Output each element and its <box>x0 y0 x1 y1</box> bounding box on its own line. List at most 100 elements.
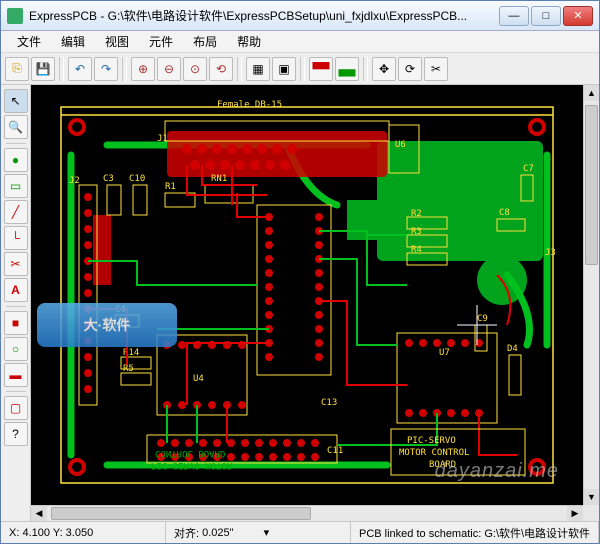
svg-text:C13: C13 <box>321 398 337 408</box>
magnifier-icon: 🔍 <box>8 120 23 134</box>
scroll-thumb-v[interactable] <box>585 105 598 265</box>
menu-layout[interactable]: 布局 <box>183 31 227 52</box>
undo-button[interactable]: ↶ <box>68 57 92 81</box>
redo-button[interactable]: ↷ <box>94 57 118 81</box>
corner-tool[interactable]: └ <box>4 226 28 250</box>
svg-text:BOARD: BOARD <box>429 460 456 470</box>
menubar: 文件 编辑 视图 元件 布局 帮助 <box>1 31 599 53</box>
statusbar: X: 4.100 Y: 3.050 对齐: 0.025" ▾ PCB linke… <box>1 521 599 543</box>
bottom-layer-button[interactable]: ▄▄ <box>335 57 359 81</box>
delete-button[interactable]: ✂ <box>424 57 448 81</box>
zoom-out-icon: ⊖ <box>164 62 174 76</box>
scroll-thumb-h[interactable] <box>51 507 311 520</box>
svg-text:C7: C7 <box>523 164 534 174</box>
status-snap: 对齐: 0.025" ▾ <box>166 522 351 543</box>
pcb-canvas[interactable]: Female DB-15 J1 J2 <box>31 85 583 505</box>
pointer-icon: ↖ <box>10 94 20 108</box>
status-message: PCB linked to schematic: G:\软件\电路设计软件 <box>351 522 599 543</box>
pad-icon: ● <box>12 153 19 167</box>
pcb-drawing: Female DB-15 J1 J2 <box>31 85 583 505</box>
separator <box>122 57 127 81</box>
svg-text:PIC-SERVO: PIC-SERVO <box>407 436 456 446</box>
layer-options-button[interactable]: ▦ <box>246 57 270 81</box>
move-icon: ✥ <box>379 62 389 76</box>
svg-text:R1: R1 <box>165 182 176 192</box>
separator <box>6 306 26 307</box>
app-icon <box>7 8 23 24</box>
zoom-out-button[interactable]: ⊖ <box>157 57 181 81</box>
text-icon: A <box>11 283 20 297</box>
zoom-tool[interactable]: 🔍 <box>4 115 28 139</box>
menu-edit[interactable]: 编辑 <box>51 31 95 52</box>
svg-text:D4: D4 <box>507 344 518 354</box>
fill-tool[interactable]: ▬ <box>4 363 28 387</box>
horizontal-scrollbar[interactable]: ◀ ▶ <box>31 505 583 521</box>
cursor-crosshair <box>457 305 497 345</box>
watermark-logo: 大·软件 <box>37 303 177 347</box>
zoom-fit-button[interactable]: ⊙ <box>183 57 207 81</box>
workspace: ↖ 🔍 ● ▭ ╱ └ ✂ A ■ ○ ▬ ▢ ? <box>1 85 599 521</box>
top-layer-button[interactable]: ▀▀ <box>309 57 333 81</box>
pad-tool[interactable]: ● <box>4 148 28 172</box>
svg-text:U7: U7 <box>439 348 450 358</box>
scroll-right-arrow[interactable]: ▶ <box>567 506 583 521</box>
svg-text:R3: R3 <box>411 227 422 237</box>
close-button[interactable]: ✕ <box>563 6 593 26</box>
svg-text:C9: C9 <box>477 314 488 324</box>
svg-text:RN1: RN1 <box>211 174 227 184</box>
scissors-icon: ✂ <box>431 62 441 76</box>
status-coords: X: 4.100 Y: 3.050 <box>1 522 166 543</box>
vertical-scrollbar[interactable]: ▲ ▼ <box>583 85 599 505</box>
menu-file[interactable]: 文件 <box>7 31 51 52</box>
scrollbar-corner <box>583 505 599 521</box>
scroll-up-arrow[interactable]: ▲ <box>584 85 599 101</box>
dropdown-icon[interactable]: ▾ <box>264 526 270 539</box>
save-button[interactable]: 💾 <box>31 57 55 81</box>
svg-text:PIC-SERVO MOTOR: PIC-SERVO MOTOR <box>151 460 233 470</box>
minimize-button[interactable]: — <box>499 6 529 26</box>
component-icon: ▭ <box>10 179 21 193</box>
zoom-in-icon: ⊕ <box>138 62 148 76</box>
pointer-tool[interactable]: ↖ <box>4 89 28 113</box>
snap-label: 对齐: <box>174 525 199 541</box>
menu-help[interactable]: 帮助 <box>227 31 271 52</box>
menu-view[interactable]: 视图 <box>95 31 139 52</box>
svg-text:MOTOR CONTROL: MOTOR CONTROL <box>399 448 469 458</box>
disconnect-tool[interactable]: ✂ <box>4 252 28 276</box>
zoom-in-button[interactable]: ⊕ <box>131 57 155 81</box>
side-toolbar: ↖ 🔍 ● ▭ ╱ └ ✂ A ■ ○ ▬ ▢ ? <box>1 85 31 521</box>
text-tool[interactable]: A <box>4 278 28 302</box>
fill-icon: ▬ <box>10 368 22 382</box>
move-button[interactable]: ✥ <box>372 57 396 81</box>
component-tool[interactable]: ▭ <box>4 174 28 198</box>
scroll-left-arrow[interactable]: ◀ <box>31 506 47 521</box>
info-tool[interactable]: ? <box>4 422 28 446</box>
board-title: PIC-SERVO MOTOR CONTROL BOARD <box>391 429 525 475</box>
svg-text:C10: C10 <box>129 174 145 184</box>
svg-text:R5: R5 <box>123 364 134 374</box>
circle-tool[interactable]: ○ <box>4 337 28 361</box>
svg-text:J1: J1 <box>157 134 168 144</box>
component-manager-button[interactable]: ▣ <box>272 57 296 81</box>
menu-component[interactable]: 元件 <box>139 31 183 52</box>
rectangle-tool[interactable]: ■ <box>4 311 28 335</box>
svg-text:R2: R2 <box>411 209 422 219</box>
titlebar: ExpressPCB - G:\软件\电路设计软件\ExpressPCBSetu… <box>1 1 599 31</box>
separator <box>363 57 368 81</box>
zoom-prev-button[interactable]: ⟲ <box>209 57 233 81</box>
highlight-net-tool[interactable]: ▢ <box>4 396 28 420</box>
svg-text:J2: J2 <box>69 176 80 186</box>
circle-icon: ○ <box>12 342 19 356</box>
scroll-down-arrow[interactable]: ▼ <box>584 489 599 505</box>
open-button[interactable]: ⎘ <box>5 57 29 81</box>
trace-tool[interactable]: ╱ <box>4 200 28 224</box>
separator <box>300 57 305 81</box>
save-icon: 💾 <box>36 62 51 76</box>
maximize-button[interactable]: □ <box>531 6 561 26</box>
bottom-layer-icon: ▄▄ <box>338 62 355 76</box>
zoom-prev-icon: ⟲ <box>216 62 226 76</box>
svg-text:J3: J3 <box>545 248 556 258</box>
rotate-button[interactable]: ⟳ <box>398 57 422 81</box>
snap-value: 0.025" <box>202 527 233 539</box>
connector-label: Female DB-15 <box>217 100 282 110</box>
